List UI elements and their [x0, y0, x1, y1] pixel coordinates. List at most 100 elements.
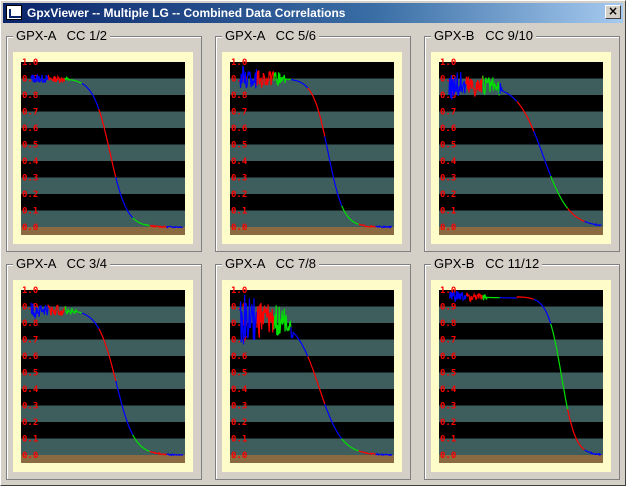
y-tick-label: 0.0 — [231, 223, 247, 233]
y-tick-label: 0.5 — [231, 141, 247, 151]
y-tick-label: 0.7 — [231, 108, 247, 118]
y-tick-label: 0.2 — [440, 190, 456, 200]
y-tick-label: 0.3 — [22, 174, 38, 184]
y-tick-label: 0.2 — [231, 418, 247, 428]
plot-band — [230, 177, 394, 194]
plot-band — [21, 194, 185, 211]
y-tick-label: 0.7 — [22, 108, 38, 118]
plot-band — [230, 339, 394, 356]
plot-floor — [439, 227, 603, 235]
close-button[interactable]: × — [605, 5, 621, 19]
y-tick-label: 0.5 — [231, 369, 247, 379]
plot-band — [21, 356, 185, 373]
app-window: GpxViewer -- Multiple LG -- Combined Dat… — [0, 0, 626, 486]
y-tick-label: 1.0 — [231, 286, 247, 296]
correlation-chart: 1.00.90.80.70.60.50.40.30.20.10.0 — [439, 286, 603, 463]
plot-band — [439, 144, 603, 161]
plot-band — [21, 422, 185, 439]
y-tick-label: 0.3 — [440, 402, 456, 412]
plot-band — [439, 405, 603, 422]
y-tick-label: 0.3 — [22, 402, 38, 412]
plot-band — [230, 144, 394, 161]
y-tick-label: 1.0 — [440, 58, 456, 68]
plot-band — [230, 372, 394, 389]
y-tick-label: 0.6 — [22, 124, 38, 134]
plot-band — [230, 95, 394, 112]
plot-band — [439, 111, 603, 128]
y-tick-label: 0.7 — [22, 336, 38, 346]
plot-band — [21, 177, 185, 194]
plot-band — [439, 95, 603, 112]
y-tick-label: 0.8 — [22, 319, 38, 329]
y-tick-label: 0.2 — [22, 190, 38, 200]
plot-band — [230, 438, 394, 455]
panel-title: GPX-A CC 1/2 — [13, 28, 111, 43]
y-tick-label: 0.7 — [440, 336, 456, 346]
plot-band — [230, 128, 394, 145]
plot-band — [21, 210, 185, 227]
y-tick-label: 0.7 — [440, 108, 456, 118]
plot-band — [230, 210, 394, 227]
y-tick-label: 0.4 — [231, 157, 248, 167]
chart-panel-6: GPX-B CC 11/12 1.0 0.9 0.8 0.7 0.6 0.5 0.4 0.3 0… — [424, 256, 620, 480]
panel-title: GPX-A CC 5/6 — [222, 28, 320, 43]
title-bar[interactable]: GpxViewer -- Multiple LG -- Combined Dat… — [3, 3, 623, 23]
panel-title: GPX-A CC 7/8 — [222, 256, 320, 271]
y-tick-label: 0.8 — [22, 91, 38, 101]
plot-band — [439, 290, 603, 307]
plot-band — [230, 194, 394, 211]
chart-panel-3: GPX-B CC 9/10 1.0 0.9 0.8 0.7 0.6 0.5 0.4 0.3 0.… — [424, 28, 620, 252]
app-icon[interactable] — [6, 5, 22, 20]
plot-floor — [439, 455, 603, 463]
plot-band — [230, 422, 394, 439]
y-tick-label: 0.3 — [231, 402, 247, 412]
panel-title: GPX-A CC 3/4 — [13, 256, 111, 271]
plot-band — [439, 161, 603, 178]
plot-band — [439, 389, 603, 406]
plot-frame: 1.0 0.9 0.8 0.7 0.6 0.5 0.4 0.3 0.2 0.1 0.0 — [222, 280, 402, 472]
chart-panel-4: GPX-A CC 3/4 1.0 0.9 0.8 0.7 0.6 0.5 0.4 0.3 0.2… — [6, 256, 202, 480]
panel-title: GPX-B CC 9/10 — [431, 28, 536, 43]
plot-band — [21, 372, 185, 389]
y-tick-label: 0.4 — [22, 385, 39, 395]
y-tick-label: 0.1 — [231, 435, 247, 445]
plot-band — [21, 339, 185, 356]
plot-band — [230, 405, 394, 422]
plot-band — [21, 95, 185, 112]
correlation-chart: 1.00.90.80.70.60.50.40.30.20.10.0 — [21, 58, 185, 235]
plot-band — [21, 161, 185, 178]
y-tick-label: 0.3 — [440, 174, 456, 184]
y-tick-label: 0.4 — [440, 385, 457, 395]
y-tick-label: 0.6 — [231, 124, 247, 134]
plot-frame: 1.0 0.9 0.8 0.7 0.6 0.5 0.4 0.3 0.2 0.1 0.0 — [431, 280, 611, 472]
y-tick-label: 0.4 — [22, 157, 39, 167]
correlation-chart: 1.00.90.80.70.60.50.40.30.20.10.0 — [21, 286, 185, 463]
y-tick-label: 1.0 — [22, 58, 38, 68]
plot-floor — [21, 227, 185, 235]
plot-frame: 1.0 0.9 0.8 0.7 0.6 0.5 0.4 0.3 0.2 0.1 0.0 — [13, 52, 193, 244]
plot-floor — [21, 455, 185, 463]
y-tick-label: 0.8 — [440, 319, 456, 329]
plot-band — [21, 405, 185, 422]
y-tick-label: 0.8 — [231, 91, 247, 101]
y-tick-label: 0.4 — [440, 157, 457, 167]
y-tick-label: 1.0 — [231, 58, 247, 68]
plot-floor — [230, 227, 394, 235]
y-tick-label: 0.6 — [231, 352, 247, 362]
plot-band — [21, 389, 185, 406]
plot-floor — [230, 455, 394, 463]
plot-band — [21, 144, 185, 161]
correlation-chart: 1.00.90.80.70.60.50.40.30.20.10.0 — [230, 286, 394, 463]
plot-band — [21, 438, 185, 455]
y-tick-label: 0.9 — [440, 303, 456, 313]
plot-band — [439, 194, 603, 211]
plot-band — [439, 177, 603, 194]
y-tick-label: 1.0 — [22, 286, 38, 296]
plot-band — [21, 290, 185, 307]
y-tick-label: 0.2 — [440, 418, 456, 428]
y-tick-label: 0.4 — [231, 385, 248, 395]
y-tick-label: 0.0 — [231, 451, 247, 461]
plot-band — [439, 306, 603, 323]
window-title: GpxViewer -- Multiple LG -- Combined Dat… — [27, 6, 346, 20]
correlation-chart: 1.00.90.80.70.60.50.40.30.20.10.0 — [230, 58, 394, 235]
